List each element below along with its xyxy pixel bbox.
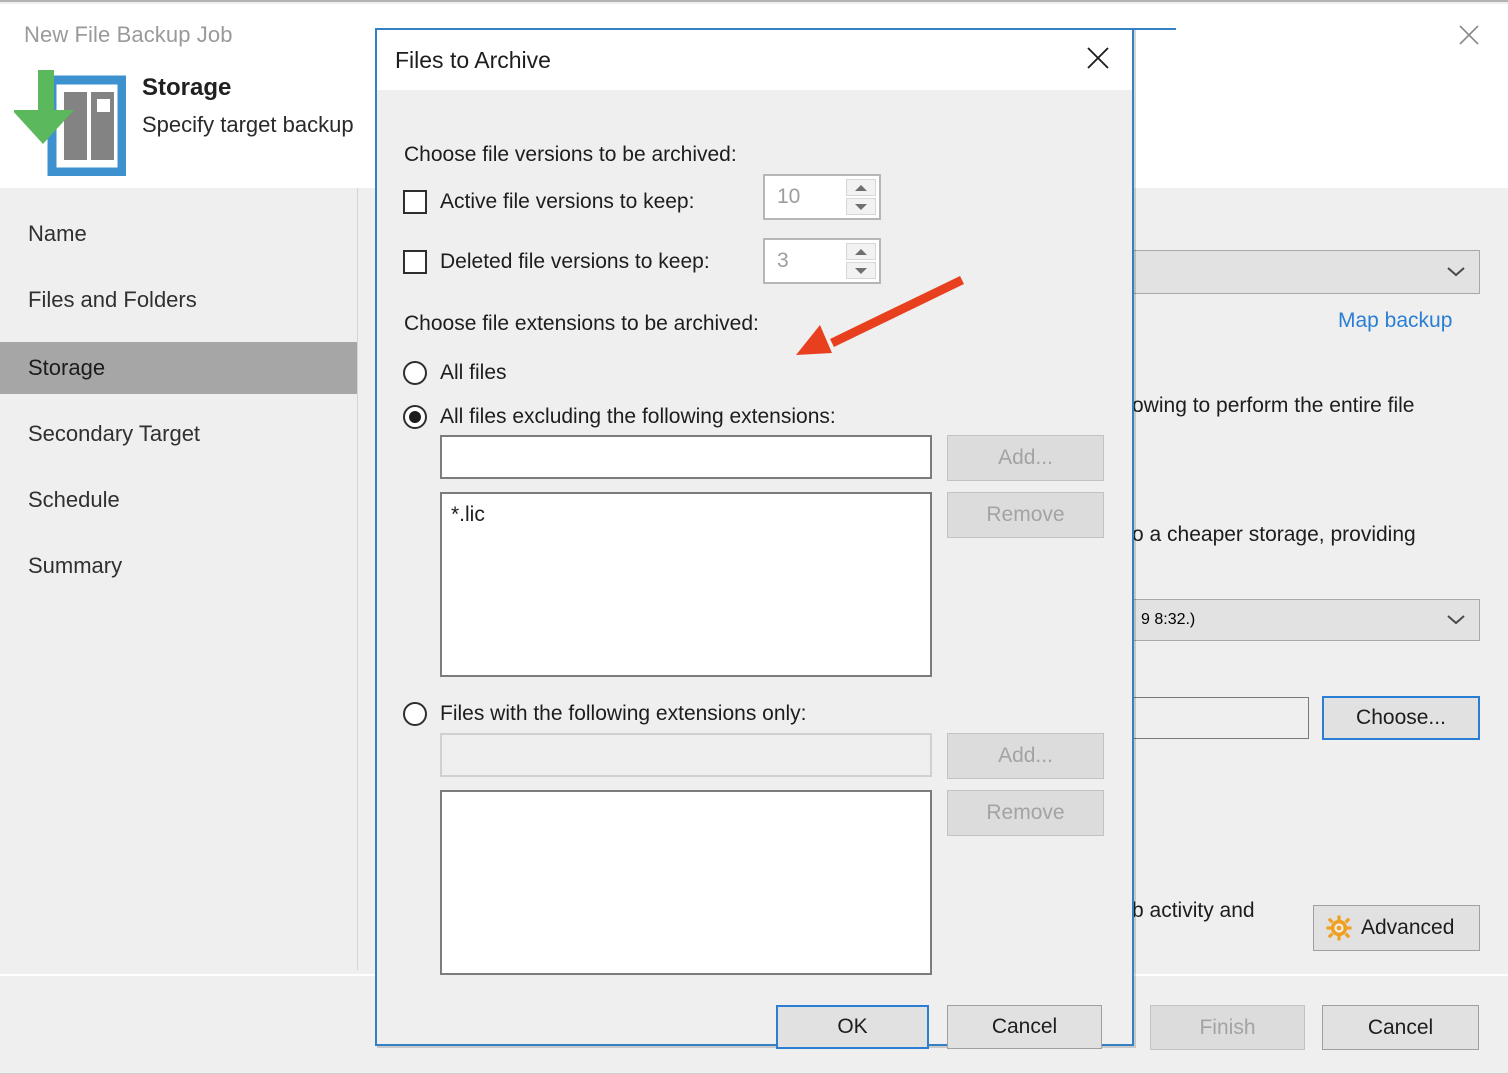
sidebar-item-secondary-target[interactable]: Secondary Target [0, 408, 357, 460]
exclude-extensions-listbox[interactable]: *.lic [440, 492, 932, 677]
include-add-button[interactable]: Add... [947, 733, 1104, 779]
archive-combo-value: 9 8:32.) [1141, 611, 1195, 629]
ok-button-label: OK [837, 1015, 867, 1039]
ok-button[interactable]: OK [776, 1005, 929, 1049]
sidebar-item-label: Schedule [28, 487, 120, 513]
file-versions-group-label: Choose file versions to be archived: [404, 143, 737, 167]
sidebar-item-label: Summary [28, 553, 122, 579]
close-icon [1085, 45, 1111, 71]
page-subtitle: Specify target backup [142, 112, 354, 138]
triangle-down-icon [855, 204, 867, 210]
window-close-button[interactable] [1446, 14, 1492, 56]
wizard-step-sidebar: Name Files and Folders Storage Secondary… [0, 188, 358, 970]
backup-repository-combo[interactable] [1130, 250, 1480, 294]
deleted-file-versions-stepper[interactable]: 3 [763, 238, 881, 284]
radio-row-all-files[interactable]: All files [403, 357, 507, 389]
page-title: Storage [142, 74, 231, 102]
active-file-versions-value: 10 [765, 185, 800, 209]
stepper-down-button[interactable] [846, 262, 876, 279]
dialog-close-button[interactable] [1074, 36, 1122, 80]
deleted-file-versions-value: 3 [765, 249, 789, 273]
stepper-up-button[interactable] [846, 179, 876, 196]
dialog-cancel-button-label: Cancel [992, 1015, 1057, 1039]
advanced-button-label: Advanced [1361, 916, 1454, 940]
include-only-radio-label: Files with the following extensions only… [440, 702, 807, 726]
sidebar-item-files-and-folders[interactable]: Files and Folders [0, 274, 357, 326]
deleted-file-versions-checkbox[interactable] [403, 250, 427, 274]
active-file-versions-label: Active file versions to keep: [440, 190, 694, 214]
dialog-title: Files to Archive [395, 47, 551, 74]
radio-row-include-only[interactable]: Files with the following extensions only… [403, 698, 807, 730]
finish-button-label: Finish [1199, 1016, 1255, 1040]
sidebar-item-schedule[interactable]: Schedule [0, 474, 357, 526]
include-remove-button[interactable]: Remove [947, 790, 1104, 836]
dialog-cancel-button[interactable]: Cancel [947, 1005, 1102, 1049]
gear-icon [1326, 915, 1352, 941]
stepper-up-button[interactable] [846, 243, 876, 260]
stepper-down-button[interactable] [846, 198, 876, 215]
choose-button-label: Choose... [1356, 706, 1446, 730]
archive-path-input[interactable] [1130, 697, 1309, 739]
active-versions-row[interactable]: Active file versions to keep: [403, 185, 694, 219]
exclude-extension-input[interactable] [440, 435, 932, 479]
dialog-titlebar: Files to Archive [377, 30, 1132, 90]
deleted-versions-row[interactable]: Deleted file versions to keep: [403, 245, 710, 279]
include-extension-input[interactable] [440, 733, 932, 777]
all-files-radio-label: All files [440, 361, 507, 385]
chevron-down-icon [1447, 615, 1465, 625]
active-stepper-buttons[interactable] [846, 179, 876, 215]
exclude-extensions-radio[interactable] [403, 405, 427, 429]
include-remove-button-label: Remove [986, 801, 1064, 825]
triangle-up-icon [855, 249, 867, 255]
exclude-remove-button-label: Remove [986, 503, 1064, 527]
files-to-archive-dialog: Files to Archive Choose file versions to… [375, 28, 1134, 1046]
sidebar-item-label: Files and Folders [28, 287, 197, 313]
chevron-down-icon [1447, 267, 1465, 277]
dialog-body: Choose file versions to be archived: Act… [377, 90, 1132, 1044]
active-file-versions-checkbox[interactable] [403, 190, 427, 214]
include-only-radio[interactable] [403, 702, 427, 726]
archive-description-text: o a cheaper storage, providing [1132, 523, 1416, 547]
advanced-button[interactable]: Advanced [1313, 905, 1480, 951]
triangle-down-icon [855, 268, 867, 274]
all-files-radio[interactable] [403, 361, 427, 385]
exclude-remove-button[interactable]: Remove [947, 492, 1104, 538]
close-icon [1457, 23, 1481, 47]
exclude-extensions-radio-label: All files excluding the following extens… [440, 405, 836, 429]
wizard-cancel-button-label: Cancel [1368, 1016, 1433, 1040]
file-extensions-group-label: Choose file extensions to be archived: [404, 312, 759, 336]
triangle-up-icon [855, 185, 867, 191]
sidebar-item-storage[interactable]: Storage [0, 342, 357, 394]
list-item[interactable]: *.lic [442, 500, 930, 530]
radio-row-exclude-extensions[interactable]: All files excluding the following extens… [403, 401, 836, 433]
deleted-file-versions-label: Deleted file versions to keep: [440, 250, 710, 274]
exclude-add-button-label: Add... [998, 446, 1053, 470]
sidebar-item-label: Secondary Target [28, 421, 200, 447]
screen-root: New File Backup Job Storage Specify [0, 0, 1508, 1074]
sidebar-item-summary[interactable]: Summary [0, 540, 357, 592]
retention-description-text: owing to perform the entire file [1132, 394, 1414, 418]
include-add-button-label: Add... [998, 744, 1053, 768]
sidebar-item-name[interactable]: Name [0, 208, 357, 260]
sidebar-item-label: Name [28, 221, 87, 247]
window-title: New File Backup Job [24, 22, 233, 48]
include-extensions-listbox[interactable] [440, 790, 932, 975]
notification-description-text: b activity and [1132, 899, 1255, 923]
sidebar-item-label: Storage [28, 355, 105, 381]
archive-repository-combo[interactable]: 9 8:32.) [1130, 599, 1480, 641]
deleted-stepper-buttons[interactable] [846, 243, 876, 279]
wizard-cancel-button[interactable]: Cancel [1322, 1005, 1479, 1050]
finish-button[interactable]: Finish [1150, 1005, 1305, 1050]
storage-target-icon [14, 68, 126, 176]
choose-button[interactable]: Choose... [1322, 696, 1480, 740]
map-backup-link[interactable]: Map backup [1338, 309, 1452, 333]
active-file-versions-stepper[interactable]: 10 [763, 174, 881, 220]
exclude-add-button[interactable]: Add... [947, 435, 1104, 481]
